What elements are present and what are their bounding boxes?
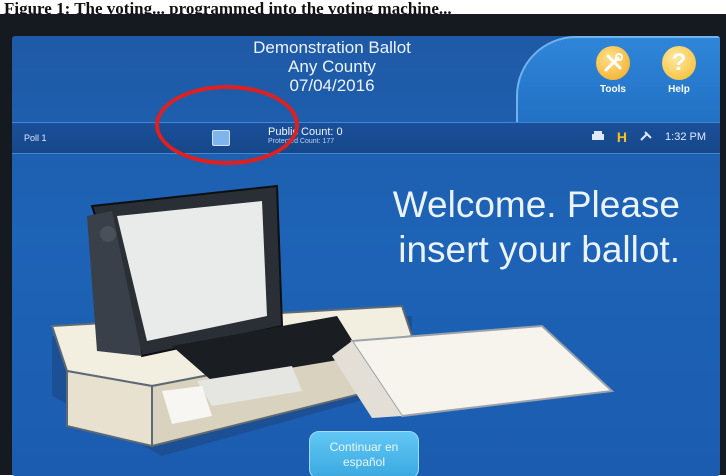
- welcome-line-1: Welcome. Please: [392, 184, 680, 225]
- tools-label: Tools: [600, 84, 626, 95]
- spanish-language-button[interactable]: Continuar en español: [309, 431, 419, 476]
- help-glyph: ?: [671, 49, 687, 76]
- battery-status-icon: H: [616, 129, 628, 145]
- device-bezel: Demonstration Ballot Any County 07/04/20…: [0, 14, 726, 476]
- welcome-line-2: insert your ballot.: [398, 229, 680, 270]
- ballot-name: Demonstration Ballot: [253, 38, 411, 57]
- header: Demonstration Ballot Any County 07/04/20…: [12, 36, 720, 126]
- tools-icon: [596, 46, 630, 80]
- printer-icon: [591, 130, 605, 145]
- tools-panel: Tools ? Help: [516, 36, 720, 126]
- clock-time: 1:32 PM: [665, 131, 706, 143]
- help-label: Help: [668, 84, 690, 95]
- help-button[interactable]: ? Help: [654, 46, 704, 95]
- poll-label: Poll 1: [24, 133, 47, 143]
- help-icon: ?: [662, 46, 696, 80]
- county-name: Any County: [288, 57, 376, 76]
- welcome-message: Welcome. Please insert your ballot.: [340, 182, 680, 272]
- tools-button[interactable]: Tools: [588, 46, 638, 95]
- status-bar: Poll 1 Public Count: 0 Protected Count: …: [12, 122, 720, 154]
- power-plug-icon: [639, 130, 653, 145]
- red-circle-annotation: [155, 85, 299, 165]
- voting-screen: Demonstration Ballot Any County 07/04/20…: [12, 36, 720, 476]
- language-button-line-1: Continuar en: [329, 440, 399, 454]
- language-button-line-2: español: [342, 455, 386, 469]
- status-icons: H 1:32 PM: [591, 129, 706, 145]
